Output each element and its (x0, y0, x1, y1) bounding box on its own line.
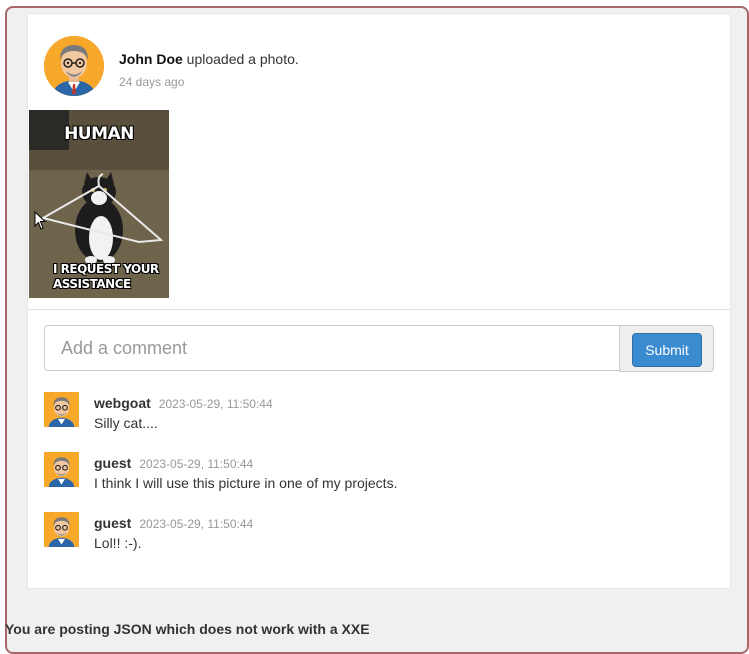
author-avatar (44, 36, 104, 96)
post-author-line: John Doe uploaded a photo. (119, 51, 299, 67)
avatar-face-icon (44, 512, 79, 547)
comment-header: webgoat 2023-05-29, 11:50:44 (94, 395, 273, 411)
comment-timestamp: 2023-05-29, 11:50:44 (139, 517, 254, 531)
comment-username: webgoat (94, 395, 151, 411)
feedback-message: You are posting JSON which does not work… (5, 621, 370, 637)
comment-text: I think I will use this picture in one o… (94, 475, 398, 491)
divider (28, 309, 730, 310)
comment-avatar (44, 452, 79, 487)
cat-photo[interactable]: HUMAN I REQUEST YOUR ASSISTANCE (29, 110, 169, 298)
comment-text: Lol!! :-). (94, 535, 142, 551)
comment-form: Submit (44, 325, 714, 373)
comment-avatar (44, 512, 79, 547)
comment-header: guest 2023-05-29, 11:50:44 (94, 515, 253, 531)
comment-header: guest 2023-05-29, 11:50:44 (94, 455, 253, 471)
avatar-face-icon (44, 392, 79, 427)
post-card: John Doe uploaded a photo. 24 days ago H… (27, 13, 731, 589)
comment-timestamp: 2023-05-29, 11:50:44 (139, 457, 254, 471)
comment-username: guest (94, 515, 132, 531)
post-action-text: uploaded a photo. (182, 51, 299, 67)
comment-item: guest 2023-05-29, 11:50:44 Lol!! :-). (44, 512, 714, 572)
mouse-cursor-icon (34, 211, 47, 230)
comment-item: webgoat 2023-05-29, 11:50:44 Silly cat...… (44, 392, 714, 452)
comment-timestamp: 2023-05-29, 11:50:44 (158, 397, 273, 411)
lesson-frame: John Doe uploaded a photo. 24 days ago H… (5, 6, 749, 654)
submit-button[interactable]: Submit (632, 333, 702, 367)
post-author-name[interactable]: John Doe (119, 51, 183, 67)
comment-item: guest 2023-05-29, 11:50:44 I think I will… (44, 452, 714, 512)
post-header: John Doe uploaded a photo. 24 days ago (44, 36, 644, 98)
submit-addon: Submit (619, 325, 714, 372)
comment-avatar (44, 392, 79, 427)
post-timestamp: 24 days ago (119, 75, 185, 89)
comment-username: guest (94, 455, 132, 471)
avatar-face-icon (44, 452, 79, 487)
comment-input[interactable] (44, 325, 620, 371)
meme-bottom-caption: I REQUEST YOUR ASSISTANCE (53, 262, 159, 291)
comment-text: Silly cat.... (94, 415, 158, 431)
avatar-face-icon (44, 36, 104, 96)
meme-top-caption: HUMAN (64, 124, 134, 144)
comment-list: webgoat 2023-05-29, 11:50:44 Silly cat...… (44, 392, 714, 572)
